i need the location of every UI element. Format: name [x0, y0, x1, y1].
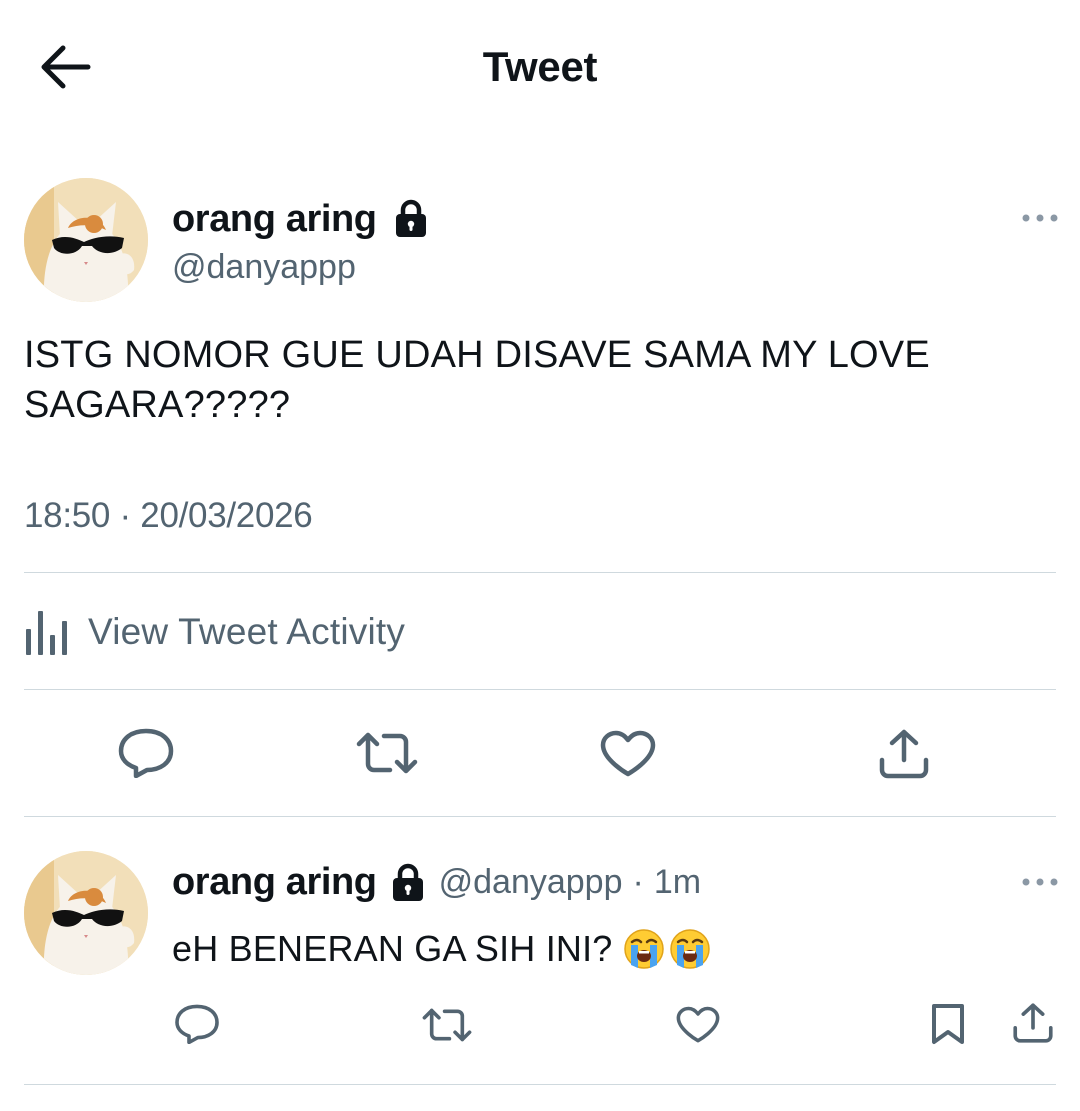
- cat-sunglasses-avatar: [24, 178, 148, 302]
- reply-text: eH BENERAN GA SIH INI?: [172, 928, 613, 969]
- reply-header: orang aring @danyappp · 1m: [172, 858, 701, 906]
- reply-body: eH BENERAN GA SIH INI?: [172, 924, 711, 974]
- loudly-crying-face-icon: [669, 928, 711, 970]
- view-tweet-activity-label: View Tweet Activity: [88, 611, 406, 652]
- reply-icon[interactable]: [118, 728, 174, 778]
- avatar[interactable]: [24, 178, 148, 302]
- reply-like-icon[interactable]: [676, 1006, 720, 1044]
- bookmark-icon[interactable]: [930, 1002, 966, 1046]
- tweet-text: ISTG NOMOR GUE UDAH DISAVE SAMA MY LOVE …: [24, 334, 930, 426]
- retweet-icon[interactable]: [356, 730, 418, 776]
- tweet-timestamp[interactable]: 18:50 · 20/03/2026: [24, 494, 313, 538]
- reply-author-handle[interactable]: @danyappp: [439, 863, 623, 902]
- author-handle[interactable]: @danyappp: [172, 246, 356, 288]
- lock-icon: [394, 198, 428, 238]
- reply-separator: ·: [632, 862, 644, 901]
- reply-reply-icon[interactable]: [174, 1004, 220, 1044]
- reply-more-options-icon[interactable]: [1020, 876, 1060, 888]
- divider: [24, 816, 1056, 817]
- like-icon[interactable]: [600, 730, 656, 778]
- divider: [24, 689, 1056, 690]
- reply-author-name[interactable]: orang aring: [172, 859, 377, 905]
- share-icon[interactable]: [878, 728, 930, 780]
- reply-avatar[interactable]: [24, 851, 148, 975]
- lock-icon: [391, 862, 425, 902]
- loudly-crying-face-icon: [623, 928, 665, 970]
- analytics-bar-icon: [26, 611, 67, 655]
- reply-retweet-icon[interactable]: [422, 1006, 472, 1044]
- more-options-icon[interactable]: [1020, 212, 1060, 224]
- reply-share-icon[interactable]: [1012, 1002, 1054, 1044]
- divider: [24, 572, 1056, 573]
- view-tweet-activity-button[interactable]: View Tweet Activity: [24, 600, 405, 664]
- cat-sunglasses-avatar: [24, 851, 148, 975]
- reply-time[interactable]: 1m: [654, 863, 701, 902]
- page-title: Tweet: [482, 43, 598, 90]
- author-name[interactable]: orang aring: [172, 196, 377, 242]
- divider: [24, 1084, 1056, 1085]
